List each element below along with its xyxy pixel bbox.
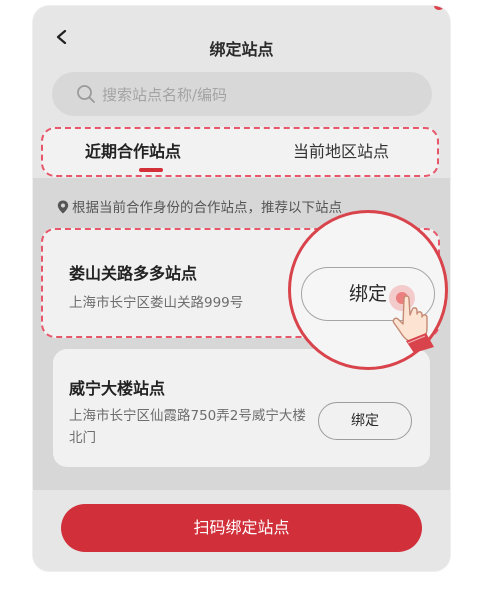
hint-text: 根据当前合作身份的合作站点，推荐以下站点 (72, 200, 342, 216)
magnifier-callout: 绑定 (288, 210, 448, 370)
scan-bind-station-button[interactable]: 扫码绑定站点 (61, 504, 422, 552)
phone-screen: 绑定站点 近期合作站点 当前地区站点 根据当前合作身份的合作站点，推荐以下站点 … (33, 6, 450, 571)
bind-button[interactable]: 绑定 (318, 402, 412, 440)
tab-bar: 近期合作站点 当前地区站点 (41, 127, 439, 177)
search-icon (77, 85, 95, 103)
search-input[interactable] (100, 72, 424, 118)
station-address: 上海市长宁区仙霞路750弄2号威宁大楼北门 (69, 408, 306, 446)
page-title: 绑定站点 (209, 40, 274, 59)
location-pin-icon (57, 200, 69, 214)
tab-recent-partner-stations[interactable]: 近期合作站点 (85, 129, 181, 175)
recommendation-hint: 根据当前合作身份的合作站点，推荐以下站点 (57, 196, 342, 216)
pointing-hand-icon (389, 285, 434, 353)
top-bar: 绑定站点 (33, 6, 450, 68)
station-name: 威宁大楼站点 (69, 379, 166, 398)
search-bar[interactable] (52, 72, 432, 118)
station-address: 上海市长宁区娄山关路999号 (69, 295, 244, 311)
tab-local-area-stations[interactable]: 当前地区站点 (293, 129, 389, 175)
station-name: 娄山关路多多站点 (69, 264, 198, 283)
active-tab-indicator (139, 168, 163, 172)
